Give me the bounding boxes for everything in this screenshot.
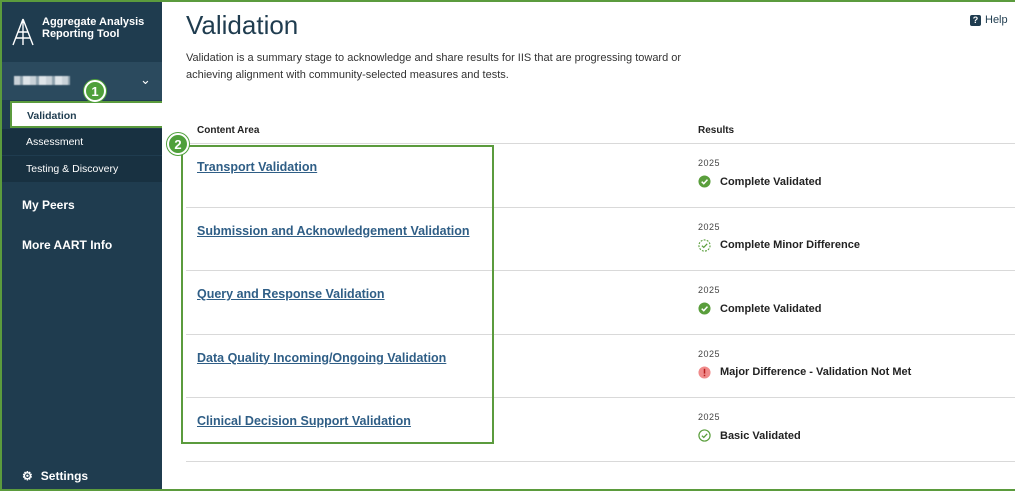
logo-icon [12, 18, 34, 46]
result-status: Complete Validated [698, 302, 821, 315]
chevron-down-icon: ⌄ [140, 72, 151, 87]
table-header: Content Area Results [186, 118, 1015, 144]
alert-icon [698, 365, 711, 379]
page-title: Validation [186, 10, 299, 40]
result-year: 2025 [698, 158, 721, 168]
app-frame: Aggregate Analysis Reporting Tool ⌄ Vali… [0, 0, 1015, 491]
organization-name-redacted [14, 76, 70, 85]
sidebar: Aggregate Analysis Reporting Tool ⌄ Vali… [0, 0, 162, 491]
callout-marker-2: 2 [167, 133, 189, 155]
help-icon: ? [970, 14, 981, 26]
help-link[interactable]: ? Help [970, 14, 1008, 26]
result-year: 2025 [698, 221, 721, 232]
data-quality-validation-link[interactable]: Data Quality Incoming/Ongoing Validation [197, 351, 446, 365]
gear-icon: ⚙ [22, 469, 33, 483]
result-status: Complete Validated [698, 175, 821, 188]
result-year: 2025 [698, 348, 721, 359]
check-outline-icon [698, 429, 711, 442]
sidebar-item-more-aart-info[interactable]: More AART Info [22, 238, 112, 252]
result-year: 2025 [698, 285, 721, 295]
check-filled-icon [698, 302, 711, 315]
callout-marker-1: 1 [84, 80, 106, 102]
transport-validation-link[interactable]: Transport Validation [197, 160, 317, 174]
result-status: Basic Validated [698, 429, 801, 442]
table-row: Transport Validation 2025 Complete Valid… [186, 144, 1015, 208]
sidebar-item-assessment[interactable]: Assessment [0, 129, 162, 155]
app-title: Aggregate Analysis Reporting Tool [42, 16, 145, 40]
result-year: 2025 [698, 412, 721, 422]
clinical-decision-support-validation-link[interactable]: Clinical Decision Support Validation [197, 414, 411, 428]
table-row: Query and Response Validation 2025 Compl… [186, 271, 1015, 335]
sidebar-item-my-peers[interactable]: My Peers [22, 198, 75, 212]
page-description: Validation is a summary stage to acknowl… [186, 52, 682, 81]
check-filled-icon [698, 175, 711, 188]
sidebar-item-testing-discovery[interactable]: Testing & Discovery [0, 156, 162, 182]
validation-table: Content Area Results Transport Validatio… [186, 118, 1015, 462]
check-dashed-icon [698, 238, 711, 252]
table-row: Submission and Acknowledgement Validatio… [186, 208, 1015, 271]
app-logo[interactable]: Aggregate Analysis Reporting Tool [12, 16, 162, 66]
result-status: Complete Minor Difference [698, 238, 860, 252]
result-status: Major Difference - Validation Not Met [698, 365, 911, 379]
submission-acknowledgement-validation-link[interactable]: Submission and Acknowledgement Validatio… [197, 224, 470, 238]
settings-button[interactable]: ⚙ Settings [22, 469, 88, 483]
column-header-results: Results [698, 125, 735, 136]
organization-selector[interactable]: ⌄ [0, 62, 162, 100]
column-header-content-area: Content Area [197, 125, 260, 136]
query-response-validation-link[interactable]: Query and Response Validation [197, 287, 385, 301]
table-row: Clinical Decision Support Validation 202… [186, 398, 1015, 462]
table-row: Data Quality Incoming/Ongoing Validation… [186, 335, 1015, 398]
sidebar-item-validation[interactable]: Validation [10, 101, 162, 128]
